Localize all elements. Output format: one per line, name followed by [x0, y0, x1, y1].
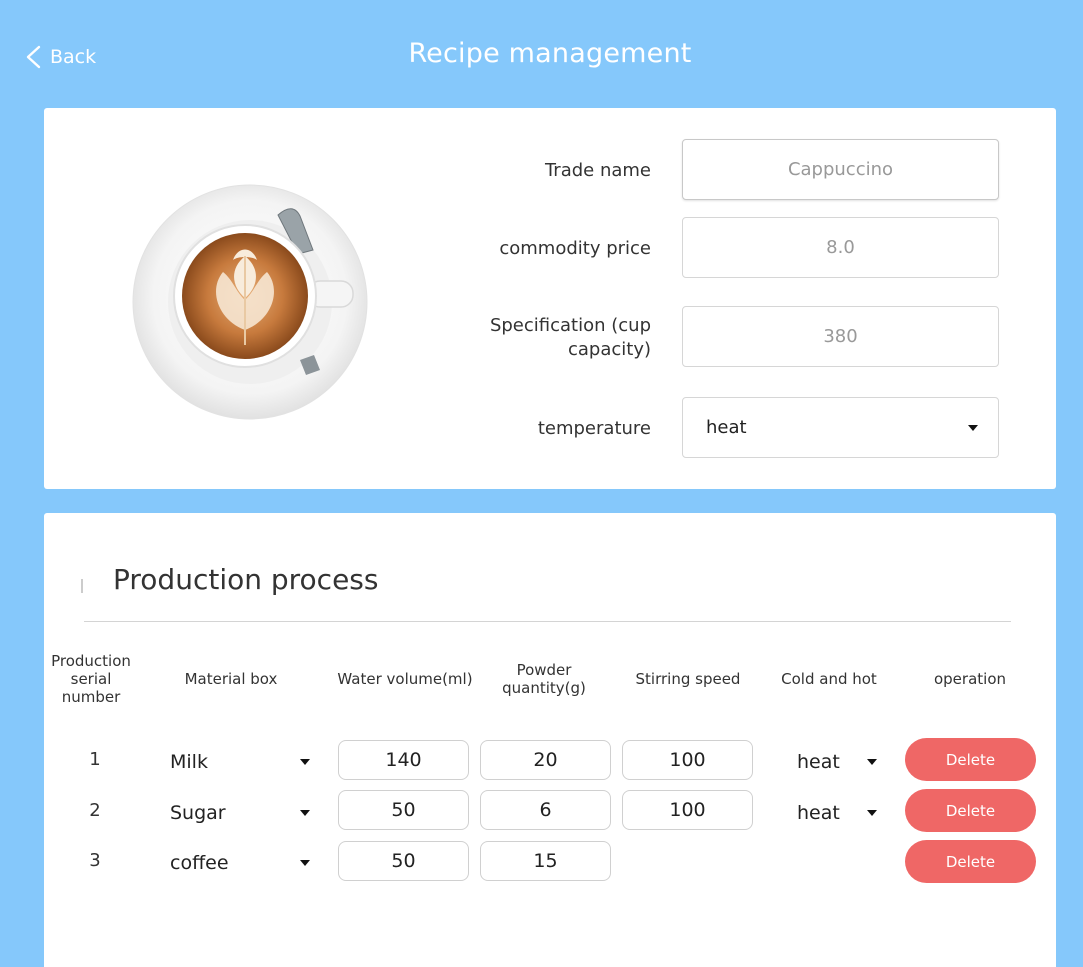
stirring-speed-input[interactable]: 100: [622, 790, 753, 830]
page-title: Recipe management: [408, 38, 692, 69]
material-select[interactable]: Sugar: [170, 793, 310, 833]
header: Back Recipe management: [0, 0, 1083, 108]
caret-down-icon: [300, 759, 310, 765]
powder-quantity-input[interactable]: 6: [480, 790, 611, 830]
serial-number: 2: [89, 800, 101, 821]
delete-button[interactable]: Delete: [905, 738, 1036, 781]
material-value: coffee: [170, 852, 229, 874]
temperature-value: heat: [706, 417, 747, 438]
spec-input[interactable]: 380: [682, 306, 999, 367]
material-value: Sugar: [170, 802, 226, 824]
divider: [84, 621, 1011, 622]
column-header-material: Material box: [184, 670, 278, 688]
column-header-water: Water volume(ml): [337, 670, 473, 688]
material-select[interactable]: Milk: [170, 742, 310, 782]
cold-hot-value: heat: [797, 802, 840, 824]
water-volume-input[interactable]: 140: [338, 740, 469, 780]
section-title: Production process: [113, 563, 379, 596]
trade-name-label: Trade name: [544, 160, 651, 181]
price-label: commodity price: [499, 238, 651, 259]
spec-label: Specification (cup capacity): [489, 315, 651, 360]
cold-hot-value: heat: [797, 751, 840, 773]
stirring-speed-input[interactable]: 100: [622, 740, 753, 780]
column-header-powder: Powder quantity(g): [502, 661, 586, 697]
section-marker: [81, 579, 83, 593]
production-panel: Production process Production serial num…: [44, 513, 1056, 967]
powder-quantity-input[interactable]: 20: [480, 740, 611, 780]
caret-down-icon: [300, 810, 310, 816]
caret-down-icon: [867, 810, 877, 816]
column-header-speed: Stirring speed: [635, 670, 741, 688]
delete-button[interactable]: Delete: [905, 840, 1036, 883]
cold-hot-select[interactable]: heat: [797, 793, 877, 833]
price-input[interactable]: 8.0: [682, 217, 999, 278]
material-select[interactable]: coffee: [170, 843, 310, 883]
serial-number: 3: [89, 850, 101, 871]
coffee-product-image: [132, 184, 368, 420]
powder-quantity-input[interactable]: 15: [480, 841, 611, 881]
temperature-label: temperature: [537, 418, 651, 439]
column-header-serial: Production serial number: [51, 652, 131, 706]
delete-button[interactable]: Delete: [905, 789, 1036, 832]
water-volume-input[interactable]: 50: [338, 841, 469, 881]
serial-number: 1: [89, 749, 101, 770]
water-volume-input[interactable]: 50: [338, 790, 469, 830]
recipe-info-panel: Trade name Cappuccino commodity price 8.…: [44, 108, 1056, 489]
caret-down-icon: [968, 424, 978, 431]
caret-down-icon: [867, 759, 877, 765]
column-header-cold-hot: Cold and hot: [781, 670, 877, 688]
trade-name-input[interactable]: Cappuccino: [682, 139, 999, 200]
caret-down-icon: [300, 860, 310, 866]
cold-hot-select[interactable]: heat: [797, 742, 877, 782]
material-value: Milk: [170, 751, 208, 773]
column-header-operation: operation: [933, 670, 1007, 688]
temperature-select[interactable]: heat: [682, 397, 999, 458]
